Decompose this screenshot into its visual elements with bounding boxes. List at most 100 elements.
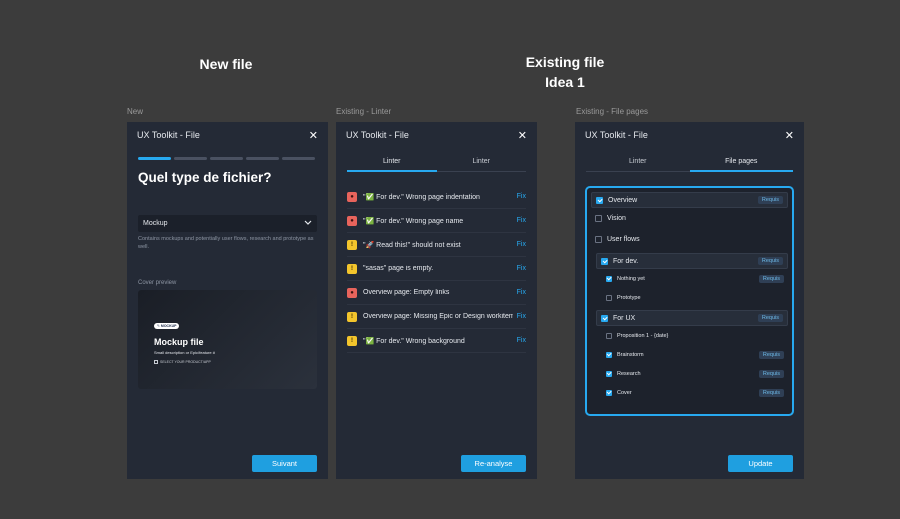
page-subitem[interactable]: Brainstorm Requis xyxy=(596,345,788,364)
page-group: For UX Requis Proposition 1 - {date} Brains… xyxy=(596,310,788,402)
page-group-header[interactable]: For UX Requis xyxy=(596,310,788,326)
requis-badge: Requis xyxy=(757,314,783,322)
cover-preview-label: Cover preview xyxy=(138,279,177,286)
checkbox-checked-icon[interactable] xyxy=(606,389,612,396)
panel-header: UX Toolkit - File ✕ xyxy=(336,122,537,148)
page-label: For UX xyxy=(613,314,636,322)
lint-message: "🚀 Read this!" should not exist xyxy=(363,241,461,249)
page-subitem[interactable]: Research Requis xyxy=(596,364,788,383)
cover-checkbox: SELECT YOUR PRODUCT/APP xyxy=(154,359,301,364)
heading-existing-line1: Existing file xyxy=(525,54,605,70)
page-subitem[interactable]: Cover Requis xyxy=(596,383,788,402)
checkbox-icon[interactable] xyxy=(606,294,612,301)
requis-badge: Requis xyxy=(758,388,784,397)
file-type-select[interactable]: Mockup xyxy=(138,215,317,232)
error-icon: ● xyxy=(347,215,357,226)
page-group-header[interactable]: For dev. Requis xyxy=(596,253,788,269)
checkbox-checked-icon[interactable] xyxy=(606,351,612,358)
page-item[interactable]: Vision xyxy=(591,208,788,229)
checkbox-icon[interactable] xyxy=(595,236,602,243)
tab-linter-2[interactable]: Linter xyxy=(436,154,526,172)
update-button[interactable]: Update xyxy=(728,455,793,472)
checkbox-checked-icon[interactable] xyxy=(606,370,612,377)
fix-link[interactable]: Fix xyxy=(517,217,526,224)
lint-row: ! Overview page: Missing Epic or Design w… xyxy=(347,305,526,329)
requis-badge: Requis xyxy=(757,196,783,204)
progress-step xyxy=(246,157,279,160)
page-subitem[interactable]: Prototype xyxy=(596,288,788,307)
progress-step xyxy=(210,157,243,160)
page-subitem[interactable]: Nothing yet Requis xyxy=(596,269,788,288)
panel-header: UX Toolkit - File ✕ xyxy=(575,122,804,148)
close-icon[interactable]: ✕ xyxy=(785,129,794,142)
progress-step xyxy=(138,157,171,160)
requis-badge: Requis xyxy=(757,257,783,265)
panel-title: UX Toolkit - File xyxy=(137,130,200,140)
lint-message: "sasas" page is empty. xyxy=(363,265,434,272)
cover-tag: ✎ MOCKUP xyxy=(154,322,180,329)
requis-badge: Requis xyxy=(758,350,784,359)
lint-message: Overview page: Empty links xyxy=(363,289,450,296)
fix-link[interactable]: Fix xyxy=(517,337,526,344)
close-icon[interactable]: ✕ xyxy=(518,129,527,142)
fix-link[interactable]: Fix xyxy=(517,289,526,296)
cover-subtitle: Small description or Epic/feature # xyxy=(154,349,215,355)
lint-row: ● Overview page: Empty links Fix xyxy=(347,281,526,305)
lint-message: "✅ For dev." Wrong background xyxy=(363,337,465,345)
close-icon[interactable]: ✕ xyxy=(309,129,318,142)
page-label: Overview xyxy=(608,196,638,204)
page-label: Nothing yet xyxy=(617,275,645,282)
requis-badge: Requis xyxy=(758,369,784,378)
page-label: Brainstorm xyxy=(617,351,644,358)
fix-link[interactable]: Fix xyxy=(517,265,526,272)
chevron-down-icon xyxy=(304,220,312,227)
checkbox-checked-icon[interactable] xyxy=(601,314,608,322)
requis-badge: Requis xyxy=(758,274,784,283)
tab-file-pages[interactable]: File pages xyxy=(689,154,793,172)
lint-list: ● "✅ For dev." Wrong page indentation Fix ●… xyxy=(336,185,537,353)
cover-checkbox-label: SELECT YOUR PRODUCT/APP xyxy=(160,359,211,364)
checkbox-icon xyxy=(154,359,158,364)
fix-link[interactable]: Fix xyxy=(517,241,526,248)
heading-existing-file: Existing file Idea 1 xyxy=(505,52,625,92)
lint-row: ! "✅ For dev." Wrong background Fix xyxy=(347,329,526,353)
panel-title: UX Toolkit - File xyxy=(585,130,648,140)
page-subitem[interactable]: Proposition 1 - {date} xyxy=(596,326,788,345)
frame-label-new: New xyxy=(127,107,144,116)
page-group: For dev. Requis Nothing yet Requis Prototype xyxy=(596,253,788,307)
error-icon: ● xyxy=(347,287,357,298)
lint-row: ! "sasas" page is empty. Fix xyxy=(347,257,526,281)
checkbox-icon[interactable] xyxy=(595,215,602,222)
file-pages-list: Overview Requis Vision User flows For dev. Re… xyxy=(585,186,794,416)
page-label: Research xyxy=(617,370,641,377)
cover-title: Mockup file xyxy=(154,336,204,347)
tab-linter[interactable]: Linter xyxy=(347,154,437,172)
progress-step xyxy=(174,157,207,160)
next-button[interactable]: Suivant xyxy=(252,455,317,472)
lint-row: ! "🚀 Read this!" should not exist Fix xyxy=(347,233,526,257)
checkbox-icon[interactable] xyxy=(606,332,612,339)
tab-bar: Linter File pages xyxy=(586,154,793,172)
page-label: Prototype xyxy=(617,294,641,301)
fix-link[interactable]: Fix xyxy=(517,313,526,320)
lint-message: Overview page: Missing Epic or Design wo… xyxy=(363,313,513,320)
heading-existing-line2: Idea 1 xyxy=(545,74,585,90)
checkbox-checked-icon[interactable] xyxy=(606,275,612,282)
checkbox-checked-icon[interactable] xyxy=(601,257,608,265)
error-icon: ● xyxy=(347,191,357,202)
frame-label-linter: Existing - Linter xyxy=(336,107,392,116)
page-label: Proposition 1 - {date} xyxy=(617,332,669,339)
checkbox-checked-icon[interactable] xyxy=(596,196,603,204)
fix-link[interactable]: Fix xyxy=(517,193,526,200)
page-item[interactable]: User flows xyxy=(591,229,788,250)
page-item[interactable]: Overview Requis xyxy=(591,192,788,208)
page-label: Vision xyxy=(607,215,626,222)
tab-linter[interactable]: Linter xyxy=(586,154,690,172)
reanalyse-button[interactable]: Re-analyse xyxy=(461,455,526,472)
question-title: Quel type de fichier? xyxy=(138,170,272,185)
page-label: For dev. xyxy=(613,257,639,265)
panel-header: UX Toolkit - File ✕ xyxy=(127,122,328,148)
page-label: Cover xyxy=(617,389,632,396)
new-file-panel: UX Toolkit - File ✕ Quel type de fichier… xyxy=(127,122,328,479)
lint-message: "✅ For dev." Wrong page name xyxy=(363,217,464,225)
